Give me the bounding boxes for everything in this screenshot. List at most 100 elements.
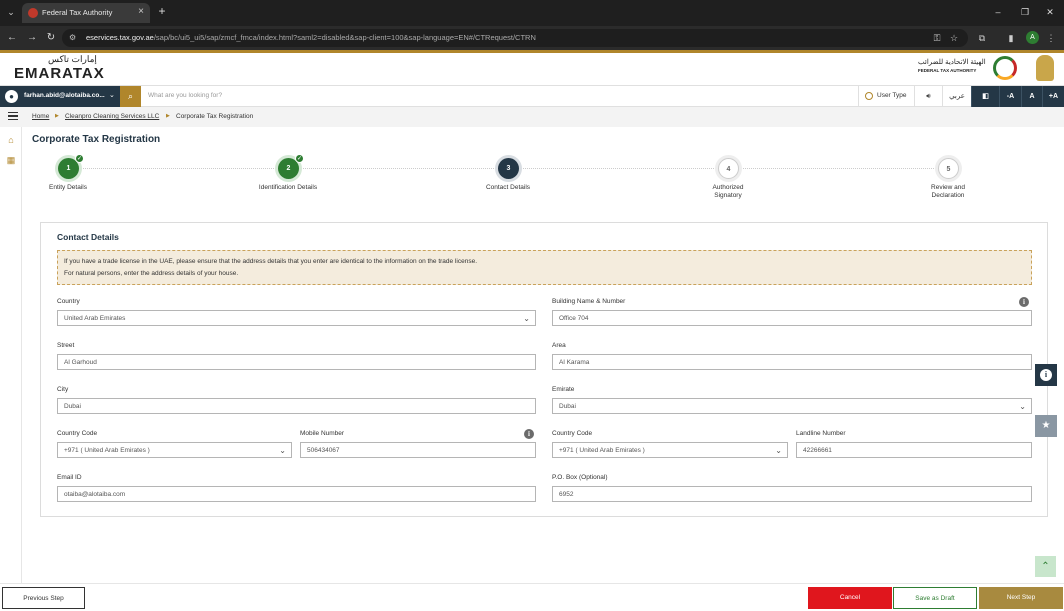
email-input[interactable]: otaiba@alotaiba.com — [57, 486, 536, 502]
scroll-to-top-icon[interactable]: ⌃ — [1035, 556, 1056, 577]
mobile-input[interactable]: 506434067 — [300, 442, 536, 458]
site-info-icon[interactable]: ⚙ — [69, 33, 79, 43]
save-draft-button[interactable]: Save as Draft — [893, 587, 977, 609]
step-number: 3 — [498, 158, 519, 179]
breadcrumb-current: Corporate Tax Registration — [176, 113, 254, 120]
country-value: United Arab Emirates — [64, 315, 126, 322]
emaratax-logo[interactable]: EMARATAX — [14, 65, 105, 82]
user-menu[interactable]: ● farhan.abid@alotaiba.co... ⌄ — [0, 86, 120, 107]
pobox-label: P.O. Box (Optional) — [552, 474, 608, 481]
previous-step-button[interactable]: Previous Step — [2, 587, 85, 609]
notice-line: For natural persons, enter the address d… — [64, 270, 239, 277]
country-label: Country — [57, 298, 80, 305]
user-type-button[interactable]: User Type — [858, 86, 914, 107]
emirate-select[interactable]: Dubai ⌄ — [552, 398, 1032, 414]
profile-avatar[interactable]: A — [1026, 31, 1039, 44]
uae-emblem-icon — [1036, 55, 1054, 81]
info-icon[interactable]: i — [1019, 297, 1029, 307]
step-number: 5 — [938, 158, 959, 179]
city-input[interactable]: Dubai — [57, 398, 536, 414]
breadcrumb-separator-icon: ▶ — [55, 113, 59, 119]
user-type-label: User Type — [877, 92, 907, 99]
fta-logo-icon — [993, 56, 1017, 80]
menu-icon[interactable] — [8, 112, 18, 120]
mobile-country-code-value: +971 ( United Arab Emirates ) — [64, 447, 150, 454]
breadcrumb-separator-icon: ▶ — [166, 113, 170, 119]
chevron-down-icon: ⌄ — [523, 314, 530, 323]
favicon-icon — [28, 8, 38, 18]
breadcrumb-company[interactable]: Cleanpro Cleaning Services LLC — [65, 113, 159, 120]
pobox-input[interactable]: 6952 — [552, 486, 1032, 502]
extensions-icon[interactable]: ⧉ — [975, 31, 989, 45]
site-header: إمارات تاكس EMARATAX الهيئة الاتحادية لل… — [0, 53, 1064, 85]
area-label: Area — [552, 342, 566, 349]
browser-address-bar: ← → ↻ ⚙ eservices.tax.gov.ae/sap/bc/ui5_… — [0, 26, 1064, 50]
street-input[interactable]: Al Garhoud — [57, 354, 536, 370]
breadcrumb: Home ▶ Cleanpro Cleaning Services LLC ▶ … — [0, 107, 1064, 127]
chevron-down-icon: ⌄ — [775, 446, 782, 455]
landline-country-code-select[interactable]: +971 ( United Arab Emirates ) ⌄ — [552, 442, 788, 458]
landline-label: Landline Number — [796, 430, 846, 437]
close-tab-icon[interactable]: × — [138, 6, 144, 17]
font-increase-button[interactable]: +A — [1042, 86, 1064, 107]
email-value: otaiba@alotaiba.com — [64, 491, 126, 498]
close-window-icon[interactable]: ✕ — [1042, 5, 1058, 19]
section-title: Contact Details — [57, 232, 119, 242]
search-input[interactable]: What are you looking for? — [148, 92, 222, 99]
mobile-country-code-label: Country Code — [57, 430, 98, 437]
browser-menu-icon[interactable]: ⋮ — [1044, 31, 1058, 45]
contact-details-card: Contact Details If you have a trade lice… — [40, 222, 1048, 517]
browser-tab[interactable]: Federal Tax Authority × — [22, 3, 150, 23]
step-label: Contact Details — [485, 184, 531, 191]
country-select[interactable]: United Arab Emirates ⌄ — [57, 310, 536, 326]
step-number: 4 — [718, 158, 739, 179]
text-to-speech-icon[interactable]: 🔊︎ — [914, 86, 942, 107]
step-label: Authorized Signatory — [712, 184, 744, 199]
page-title: Corporate Tax Registration — [32, 134, 161, 145]
area-input[interactable]: Al Karama — [552, 354, 1032, 370]
chevron-down-icon: ⌄ — [1019, 402, 1026, 411]
favorites-star-icon[interactable]: ★ — [1035, 415, 1057, 437]
left-rail: ⌂ ▦ — [0, 127, 22, 583]
forward-icon[interactable]: → — [25, 31, 39, 45]
apps-grid-icon[interactable]: ▦ — [6, 155, 16, 165]
password-key-icon[interactable]: ⚿ — [930, 31, 944, 45]
back-icon[interactable]: ← — [5, 31, 19, 45]
step-label: Review and Declaration — [931, 184, 965, 199]
street-label: Street — [57, 342, 75, 349]
tab-search-icon[interactable]: ⌄ — [4, 5, 18, 19]
landline-input[interactable]: 42266661 — [796, 442, 1032, 458]
fta-name-english: FEDERAL TAX AUTHORITY — [918, 68, 977, 73]
browser-tab-bar: ⌄ Federal Tax Authority × + – ❐ ✕ — [0, 0, 1064, 26]
new-tab-icon[interactable]: + — [155, 5, 169, 19]
email-label: Email ID — [57, 474, 82, 481]
reload-icon[interactable]: ↻ — [44, 31, 58, 45]
sidebar-icon[interactable]: ▮ — [1004, 31, 1018, 45]
language-toggle[interactable]: عربي — [942, 86, 971, 107]
bookmark-star-icon[interactable]: ☆ — [947, 31, 961, 45]
search-icon[interactable]: ⌕ — [120, 86, 141, 107]
url-text: eservices.tax.gov.ae/sap/bc/ui5_ui5/sap/… — [86, 33, 536, 42]
url-field[interactable]: ⚙ eservices.tax.gov.ae/sap/bc/ui5_ui5/sa… — [62, 29, 968, 47]
font-decrease-button[interactable]: -A — [999, 86, 1021, 107]
step-label: Identification Details — [258, 184, 318, 191]
building-input[interactable]: Office 704 — [552, 310, 1032, 326]
font-normal-button[interactable]: A — [1021, 86, 1042, 107]
home-icon[interactable]: ⌂ — [6, 135, 16, 145]
info-panel-button[interactable]: i — [1035, 364, 1057, 386]
info-icon[interactable]: i — [524, 429, 534, 439]
emaratax-logo-arabic: إمارات تاكس — [48, 54, 97, 64]
next-step-button[interactable]: Next Step — [979, 587, 1063, 609]
pobox-value: 6952 — [559, 491, 574, 498]
breadcrumb-home[interactable]: Home — [32, 113, 49, 120]
maximize-icon[interactable]: ❐ — [1017, 5, 1033, 19]
emirate-label: Emirate — [552, 386, 575, 393]
checkmark-icon: ✓ — [295, 154, 304, 163]
user-email: farhan.abid@alotaiba.co... — [24, 92, 105, 99]
city-label: City — [57, 386, 69, 393]
minimize-icon[interactable]: – — [990, 5, 1006, 19]
chevron-down-icon: ⌄ — [109, 92, 115, 99]
cancel-button[interactable]: Cancel — [808, 587, 892, 609]
contrast-icon[interactable]: ◧ — [971, 86, 999, 107]
mobile-country-code-select[interactable]: +971 ( United Arab Emirates ) ⌄ — [57, 442, 292, 458]
